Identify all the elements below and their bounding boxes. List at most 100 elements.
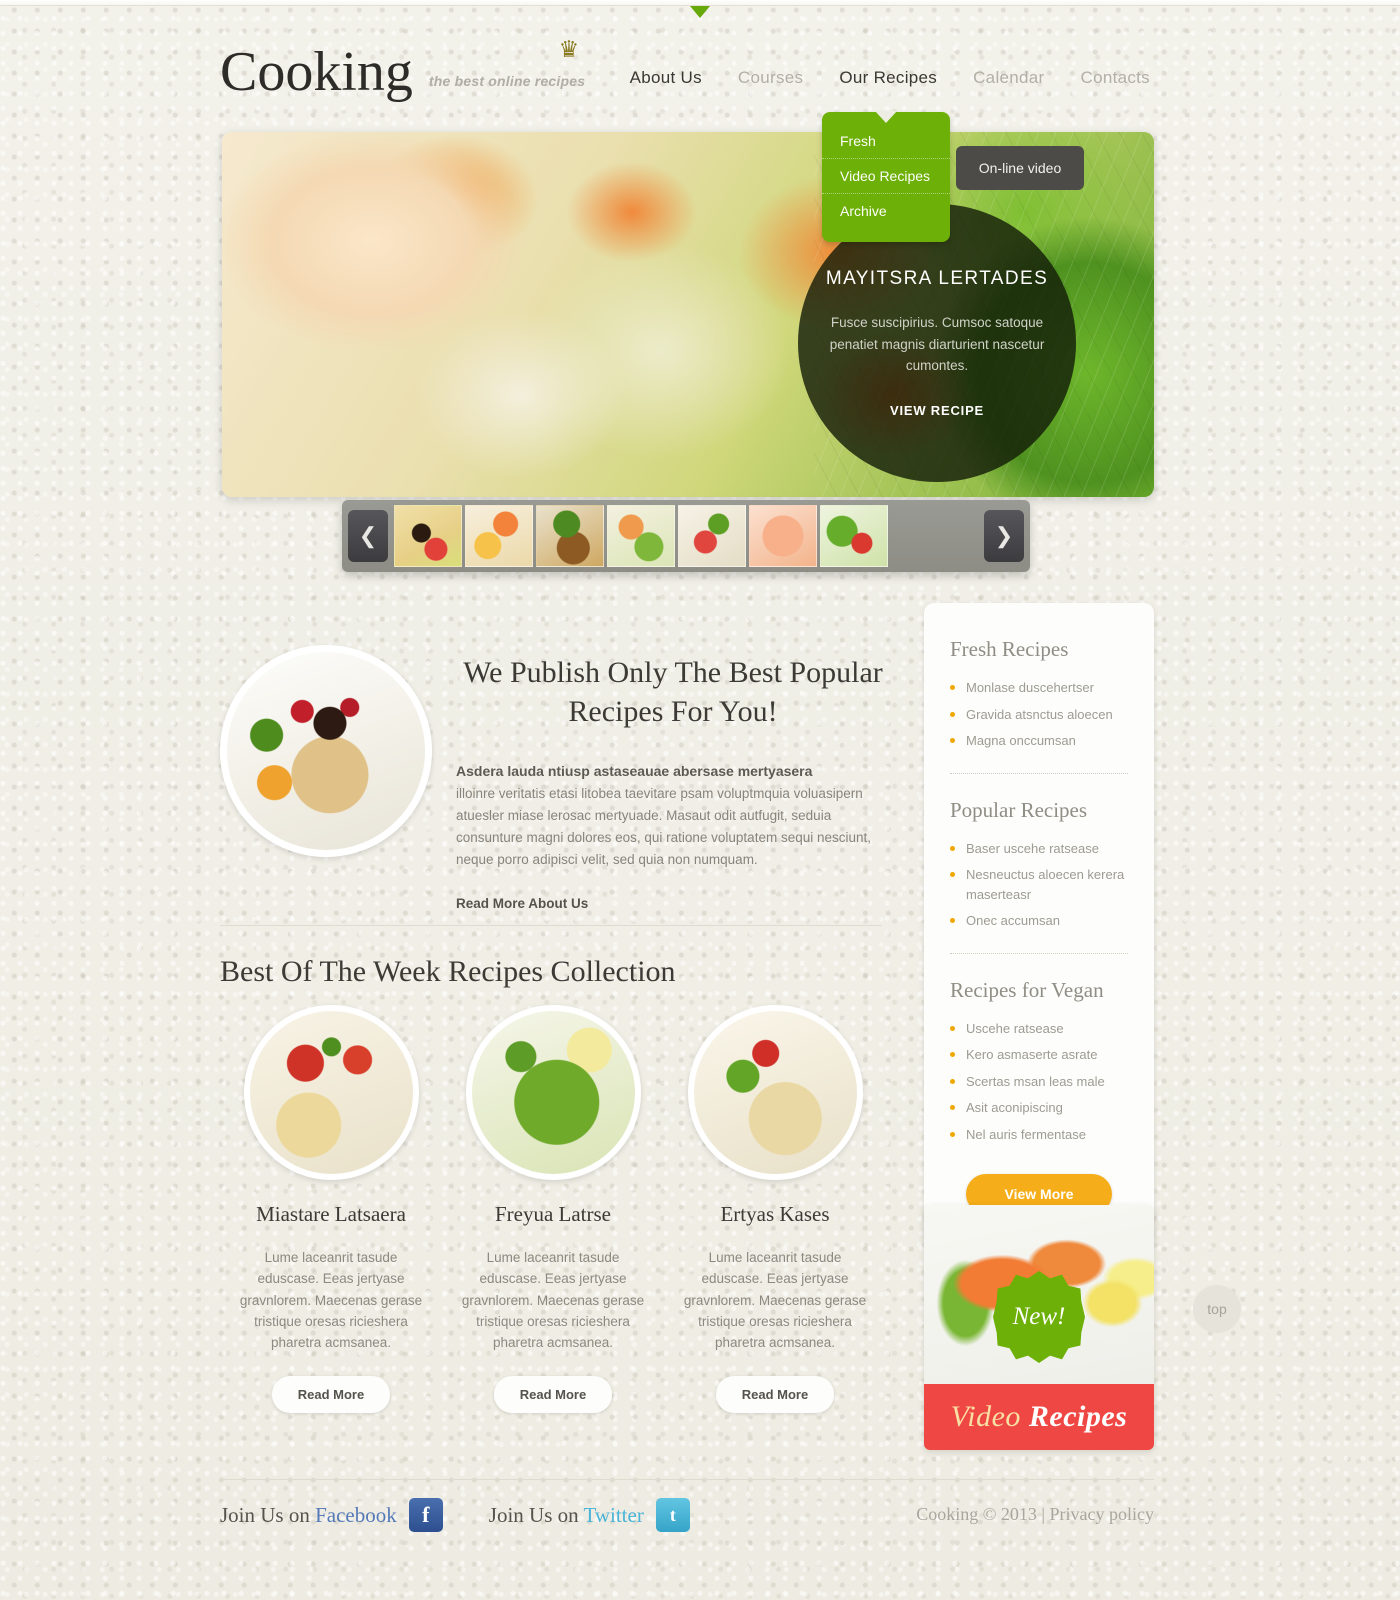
facebook-icon[interactable]: f: [408, 1498, 443, 1532]
dropdown-item-fresh[interactable]: Fresh: [822, 124, 950, 159]
sidebar-heading: Recipes for Vegan: [950, 977, 1104, 1002]
hero-description: Fusce suscipirius. Cumsoc satoque penati…: [829, 314, 1045, 374]
best-of-week-title: Best Of The Week Recipes Collection: [220, 955, 676, 988]
sidebar-block-fresh-recipes: Fresh Recipes Monlase duscehertser Gravi…: [950, 637, 1128, 751]
list-item[interactable]: Kero asmaserte asrate: [950, 1045, 1128, 1065]
list-item[interactable]: Magna onccumsan: [950, 731, 1128, 751]
nav-item-our-recipes[interactable]: Our Recipes: [839, 68, 937, 88]
read-more-button[interactable]: Read More: [271, 1375, 391, 1413]
recipe-cards: Miastare Latsaera Lume laceanrit tasude …: [220, 1005, 888, 1413]
promo-title-part-2: Recipes: [1028, 1400, 1128, 1433]
about-photo: [220, 645, 432, 857]
main-nav: About Us Courses Our Recipes Calendar Co…: [630, 68, 1150, 88]
recipe-card-desc: Lume laceanrit tasude eduscase. Eeas jer…: [461, 1250, 645, 1351]
recipe-card-photo[interactable]: [687, 1005, 863, 1180]
recipe-card: Freyua Latrse Lume laceanrit tasude edus…: [442, 1005, 664, 1413]
list-item[interactable]: Onec accumsan: [950, 911, 1128, 931]
carousel-thumb[interactable]: [820, 505, 888, 567]
page-title: We Publish Only The Best Popular Recipes…: [463, 656, 883, 728]
list-item[interactable]: Nesneuctus aloecen kerera maserteasr: [950, 865, 1128, 904]
logo-tagline: the best online recipes: [428, 73, 586, 89]
recipe-card-title: Miastare Latsaera: [256, 1202, 406, 1226]
list-item[interactable]: Asit aconipiscing: [950, 1098, 1128, 1118]
top-notch-icon: [690, 6, 710, 18]
carousel-thumbs: [394, 505, 978, 567]
video-recipes-promo[interactable]: New! Video Recipes: [924, 1205, 1154, 1450]
recipe-card: Miastare Latsaera Lume laceanrit tasude …: [220, 1005, 442, 1413]
logo[interactable]: Cooking ♛ the best online recipes: [220, 38, 586, 103]
site-header: Cooking ♛ the best online recipes About …: [0, 38, 1400, 110]
sidebar-divider: [950, 772, 1128, 774]
hero-title: MAYITSRA LERTADES: [825, 267, 1049, 289]
twitter-icon[interactable]: t: [655, 1498, 690, 1532]
read-more-about-us-link[interactable]: Read More About Us: [456, 896, 588, 911]
nav-item-about-us[interactable]: About Us: [630, 68, 702, 88]
logo-text: Cooking: [220, 41, 413, 103]
carousel-thumb[interactable]: [465, 505, 533, 567]
sidebar-block-popular-recipes: Popular Recipes Baser uscehe ratsease Ne…: [950, 798, 1128, 931]
dropdown-item-video-recipes[interactable]: Video Recipes: [822, 159, 950, 194]
about-lead: Asdera lauda ntiusp astaseauae abersase …: [456, 763, 813, 779]
twitter-prefix: Join Us on: [488, 1502, 584, 1527]
recipe-card: Ertyas Kases Lume laceanrit tasude edusc…: [664, 1005, 886, 1413]
list-item[interactable]: Monlase duscehertser: [950, 678, 1128, 698]
nav-item-courses[interactable]: Courses: [738, 68, 803, 88]
about-text: We Publish Only The Best Popular Recipes…: [456, 645, 890, 913]
site-footer: Join Us on Facebook f Join Us on Twitter…: [0, 1490, 1400, 1560]
chevron-right-icon[interactable]: ❯: [984, 510, 1024, 562]
list-item[interactable]: Nel auris fermentase: [950, 1125, 1128, 1145]
list-item[interactable]: Scertas msan leas male: [950, 1072, 1128, 1092]
sidebar-block-recipes-for-vegan: Recipes for Vegan Uscehe ratsease Kero a…: [950, 978, 1128, 1145]
about-body: illoinre veritatis etasi litobea taevita…: [456, 786, 871, 867]
crown-icon: ♛: [558, 36, 580, 62]
thumbnail-carousel: ❮ ❯: [342, 500, 1030, 572]
recipe-card-photo[interactable]: [243, 1005, 419, 1180]
carousel-thumb[interactable]: [749, 505, 817, 567]
copyright: Cooking © 2013 | Privacy policy: [916, 1504, 1154, 1524]
carousel-thumb[interactable]: [536, 505, 604, 567]
read-more-button[interactable]: Read More: [715, 1375, 835, 1413]
facebook-name: Facebook: [315, 1502, 397, 1527]
social-links: Join Us on Facebook f Join Us on Twitter…: [220, 1498, 690, 1532]
twitter-link[interactable]: Join Us on Twitter t: [489, 1498, 690, 1532]
facebook-label: Join Us on Facebook: [220, 1503, 397, 1528]
recipe-card-title: Ertyas Kases: [720, 1202, 830, 1226]
facebook-prefix: Join Us on: [220, 1502, 316, 1527]
footer-divider: [220, 1479, 1154, 1480]
facebook-link[interactable]: Join Us on Facebook f: [220, 1498, 443, 1532]
twitter-label: Join Us on Twitter: [489, 1503, 644, 1528]
promo-title-part-1: Video: [950, 1400, 1021, 1433]
sidebar-divider: [950, 952, 1128, 954]
view-recipe-link[interactable]: VIEW RECIPE: [890, 403, 984, 418]
recipe-card-photo[interactable]: [465, 1005, 641, 1180]
dropdown-item-archive[interactable]: Archive: [822, 194, 950, 228]
sidebar: Fresh Recipes Monlase duscehertser Gravi…: [924, 603, 1154, 1244]
sidebar-heading: Fresh Recipes: [950, 637, 1069, 661]
hero-caption: MAYITSRA LERTADES Fusce suscipirius. Cum…: [798, 204, 1076, 482]
promo-title-bar: Video Recipes: [924, 1384, 1154, 1450]
online-video-flyout[interactable]: On-line video: [956, 146, 1084, 190]
carousel-thumb[interactable]: [394, 505, 462, 567]
our-recipes-dropdown: Fresh Video Recipes Archive: [822, 112, 950, 242]
recipe-card-title: Freyua Latrse: [494, 1202, 612, 1226]
twitter-name: Twitter: [583, 1502, 644, 1527]
read-more-button[interactable]: Read More: [493, 1375, 613, 1413]
nav-item-calendar[interactable]: Calendar: [973, 68, 1044, 88]
list-item[interactable]: Uscehe ratsease: [950, 1019, 1128, 1039]
recipe-card-desc: Lume laceanrit tasude eduscase. Eeas jer…: [239, 1250, 423, 1351]
recipe-card-desc: Lume laceanrit tasude eduscase. Eeas jer…: [683, 1250, 867, 1351]
list-item[interactable]: Gravida atsnctus aloecen: [950, 705, 1128, 725]
nav-item-contacts[interactable]: Contacts: [1081, 68, 1151, 88]
sidebar-list: Uscehe ratsease Kero asmaserte asrate Sc…: [950, 1019, 1128, 1145]
sidebar-list: Monlase duscehertser Gravida atsnctus al…: [950, 678, 1128, 751]
list-item[interactable]: Baser uscehe ratsease: [950, 839, 1128, 859]
promo-title: Video Recipes: [951, 1400, 1128, 1434]
carousel-thumb[interactable]: [607, 505, 675, 567]
about-section: We Publish Only The Best Popular Recipes…: [220, 645, 890, 913]
carousel-thumb[interactable]: [678, 505, 746, 567]
chevron-left-icon[interactable]: ❮: [348, 510, 388, 562]
sidebar-list: Baser uscehe ratsease Nesneuctus aloecen…: [950, 839, 1128, 931]
back-to-top-button[interactable]: top: [1193, 1285, 1241, 1333]
sidebar-heading: Popular Recipes: [950, 797, 1088, 822]
section-divider: [220, 925, 882, 926]
